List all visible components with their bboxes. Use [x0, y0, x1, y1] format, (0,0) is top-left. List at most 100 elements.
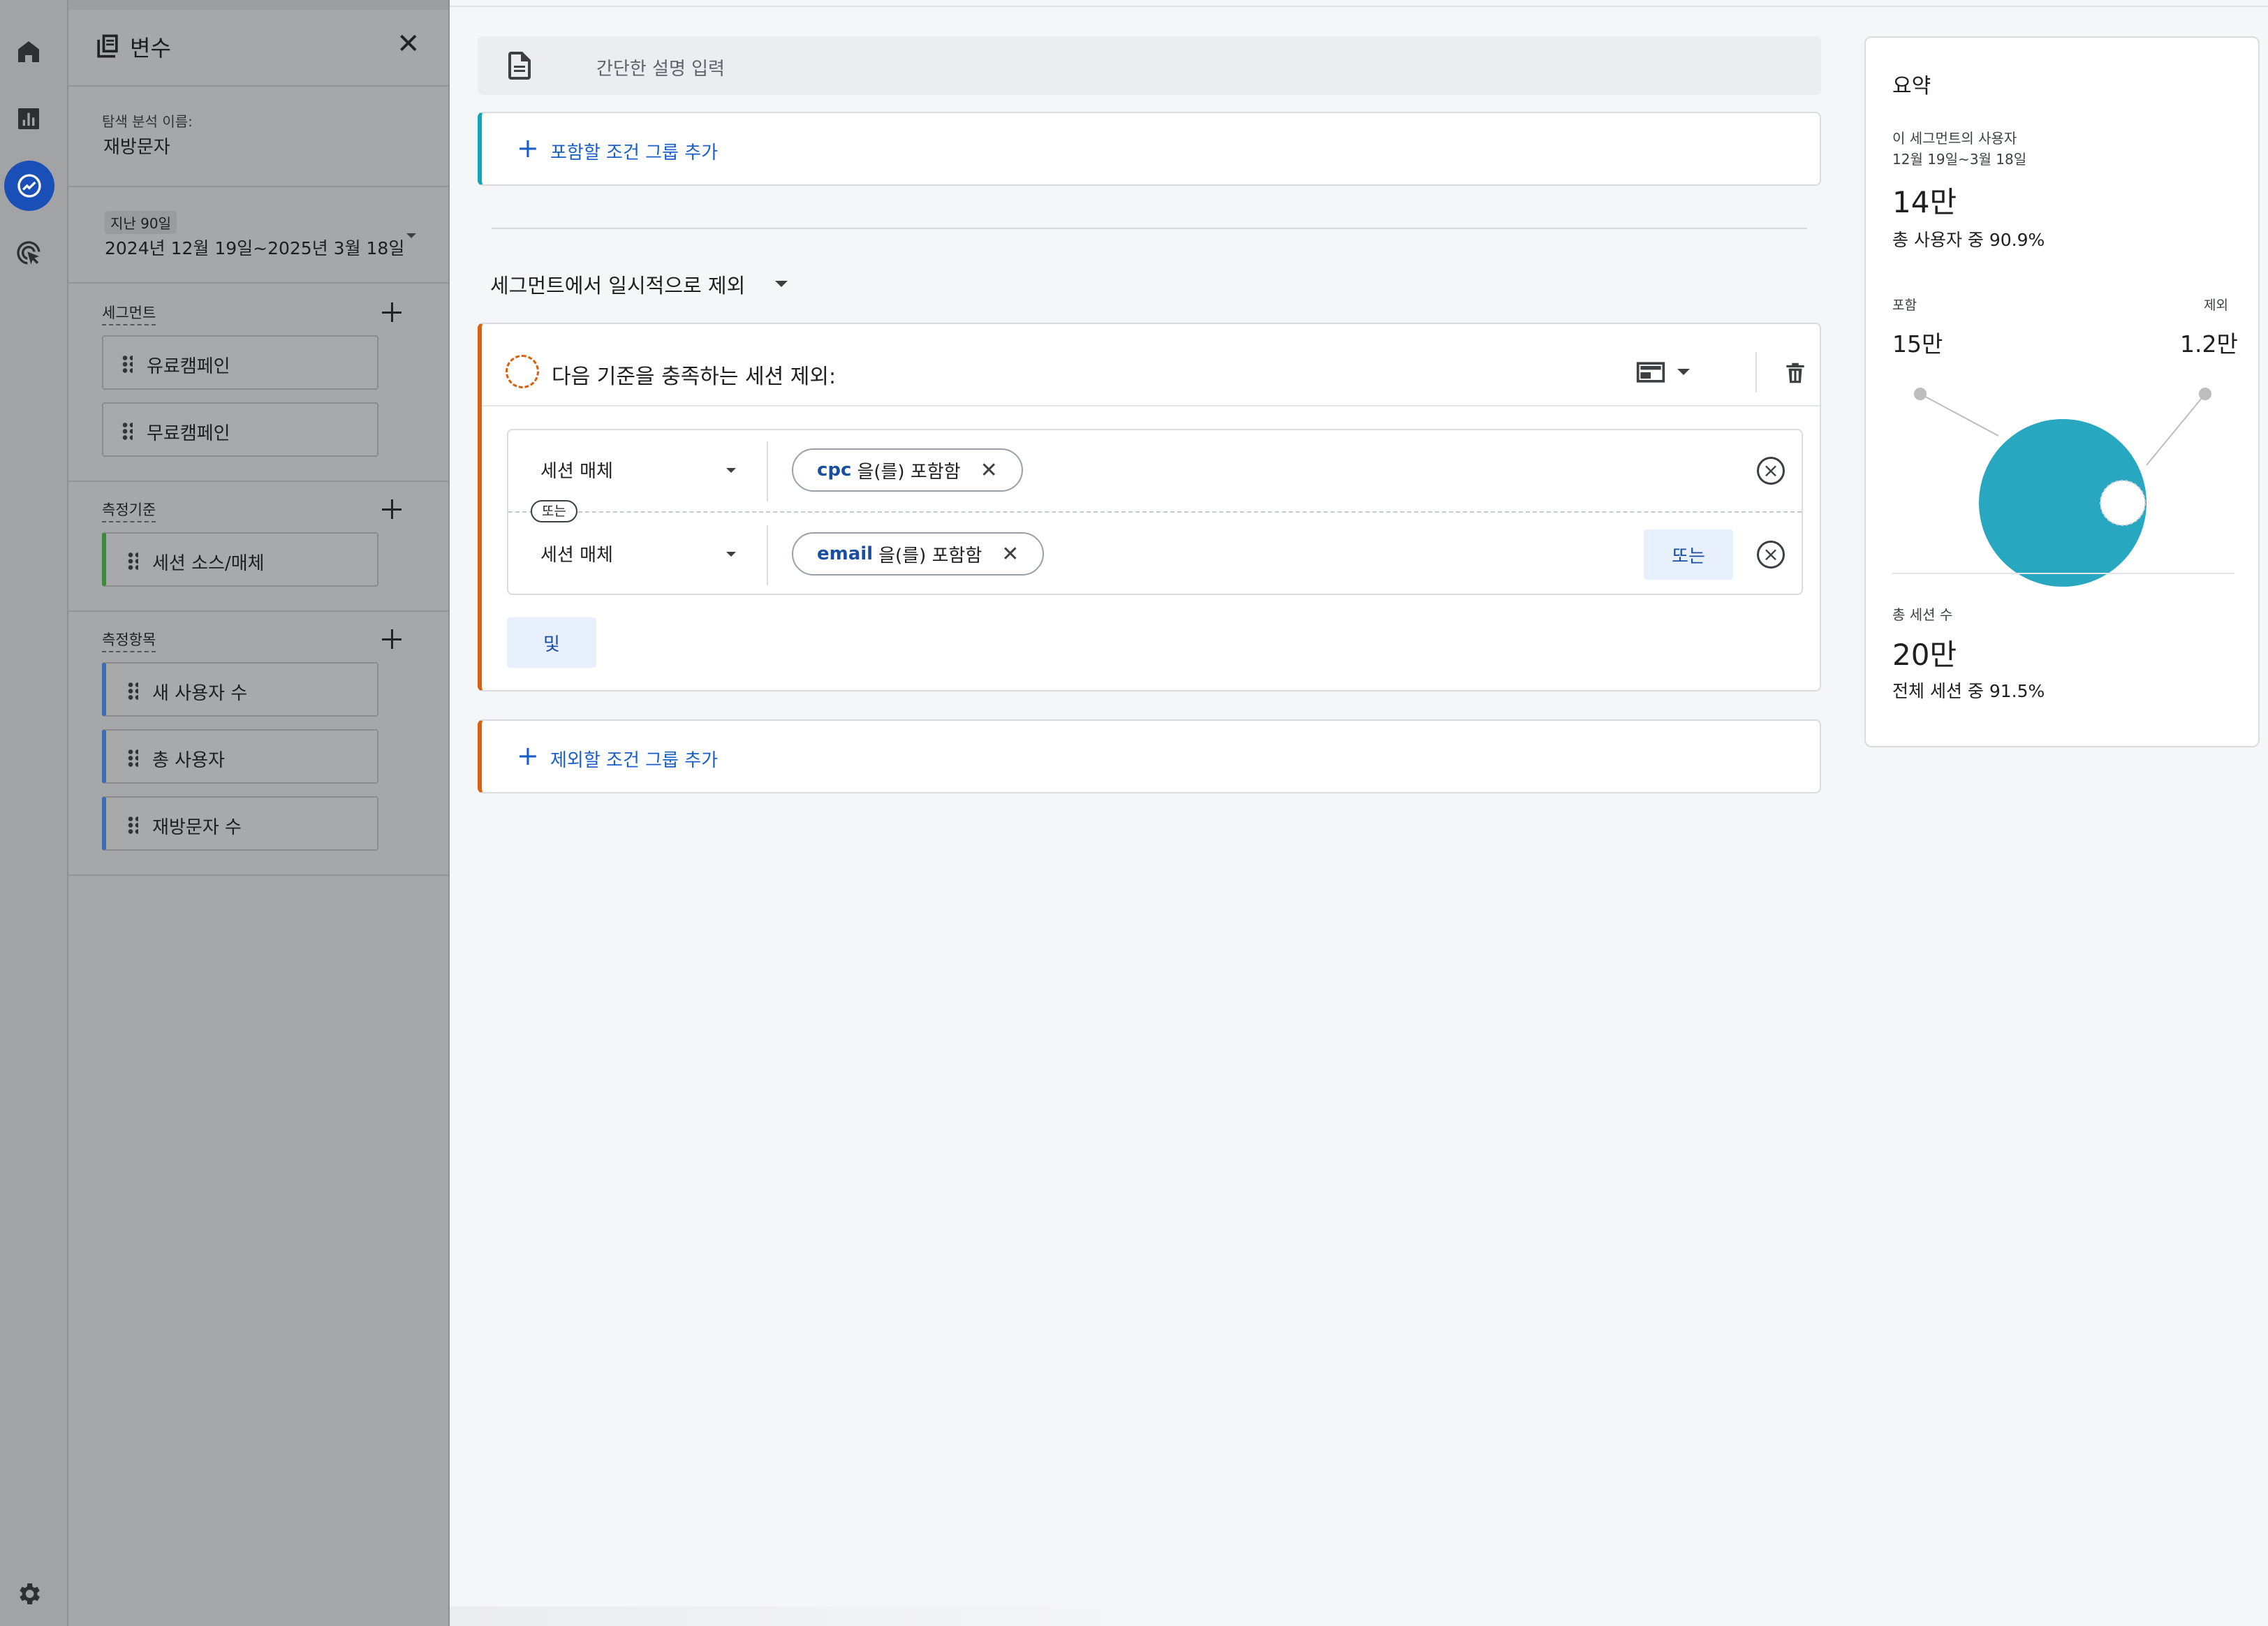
condition-value-chip[interactable]: email 을(를) 포함함 ✕	[792, 532, 1045, 576]
and-button[interactable]: 및	[507, 617, 596, 668]
chevron-down-icon[interactable]	[726, 468, 736, 473]
or-button[interactable]: 또는	[1644, 529, 1733, 580]
scroll-shadow	[450, 1606, 1148, 1626]
include-exclude-chart	[1914, 388, 2211, 587]
panel-top-strip	[68, 0, 448, 10]
add-exclude-group-label: 제외할 조건 그룹 추가	[550, 750, 719, 771]
exclude-mode-dropdown[interactable]: 세그먼트에서 일시적으로 제외	[490, 270, 745, 299]
drag-handle-icon[interactable]	[127, 552, 138, 570]
condition-value-chip[interactable]: cpc 을(를) 포함함 ✕	[792, 448, 1023, 492]
dimensions-label: 측정기준	[102, 499, 156, 522]
plus-icon: +	[517, 133, 539, 163]
users-label: 이 세그먼트의 사용자	[1892, 130, 2017, 147]
users-share: 총 사용자 중 90.9%	[1892, 230, 2045, 250]
add-exclude-group-button[interactable]: + 제외할 조건 그룹 추가	[478, 719, 1821, 793]
conditions-box: 세션 매체 cpc 을(를) 포함함 ✕ × 또는 세션 매체 email 을(…	[507, 429, 1803, 595]
chevron-down-icon[interactable]	[1677, 369, 1690, 375]
sessions-share: 전체 세션 중 91.5%	[1892, 681, 2045, 701]
exclude-status-icon	[506, 355, 539, 388]
divider	[492, 228, 1807, 229]
summary-title: 요약	[1892, 74, 1931, 98]
users-value: 14만	[1892, 185, 1957, 219]
dimension-chip[interactable]: 세션 소스/매체	[102, 532, 378, 587]
chevron-down-icon[interactable]	[775, 281, 788, 287]
drag-handle-icon[interactable]	[127, 816, 138, 834]
panel-title: 변수	[130, 35, 171, 61]
segment-label: 무료캠페인	[147, 423, 230, 444]
add-include-group-label: 포함할 조건 그룹 추가	[550, 142, 719, 163]
date-range-badge: 지난 90일	[105, 211, 177, 234]
divider	[68, 282, 448, 284]
remove-condition-icon[interactable]: ×	[1757, 541, 1785, 569]
sessions-value: 20만	[1892, 638, 1957, 672]
close-icon[interactable]: ✕	[980, 458, 998, 483]
exclude-circle	[2100, 480, 2146, 526]
metric-chip[interactable]: 새 사용자 수	[102, 662, 378, 717]
metrics-label: 측정항목	[102, 629, 156, 652]
summary-card: 요약 이 세그먼트의 사용자 12월 19일~3월 18일 14만 총 사용자 …	[1864, 36, 2260, 747]
nav-rail	[0, 0, 68, 1626]
divider	[68, 186, 448, 187]
metric-chip[interactable]: 재방문자 수	[102, 796, 378, 851]
condition-value: email	[817, 543, 874, 564]
variables-icon	[92, 31, 123, 61]
add-include-group-button[interactable]: + 포함할 조건 그룹 추가	[478, 112, 1821, 186]
divider	[1892, 573, 2234, 574]
sessions-label: 총 세션 수	[1892, 606, 1953, 623]
add-segment-icon[interactable]	[380, 300, 404, 324]
close-icon[interactable]: ✕	[1001, 542, 1019, 566]
drag-handle-icon[interactable]	[122, 422, 133, 440]
condition-operator: 을(를) 포함함	[857, 461, 961, 483]
exclude-leader-line	[2146, 393, 2206, 466]
exclude-condition-group: 다음 기준을 충족하는 세션 제외: 세션 매체 cpc 을(를) 포함함 ✕ …	[478, 323, 1821, 691]
divider	[767, 525, 768, 585]
or-divider	[508, 511, 1802, 513]
segment-chip[interactable]: 무료캠페인	[102, 402, 378, 457]
drag-handle-icon[interactable]	[127, 682, 138, 700]
description-field[interactable]: 간단한 설명 입력	[478, 36, 1821, 95]
metric-chip[interactable]: 총 사용자	[102, 729, 378, 784]
drag-handle-icon[interactable]	[127, 749, 138, 767]
dimension-dropdown[interactable]: 세션 매체	[540, 457, 613, 483]
dimension-label: 세션 소스/매체	[152, 553, 265, 574]
divider	[1755, 352, 1757, 393]
or-badge: 또는	[531, 500, 577, 522]
divider	[68, 85, 448, 87]
condition-operator: 을(를) 포함함	[878, 545, 982, 566]
settings-icon[interactable]	[12, 1577, 45, 1611]
variables-panel: 변수 ✕ 탐색 분석 이름: 재방문자 지난 90일 2024년 12월 19일…	[68, 0, 450, 1626]
chevron-down-icon[interactable]	[406, 233, 416, 238]
remove-condition-icon[interactable]: ×	[1757, 457, 1785, 485]
document-icon	[503, 49, 536, 82]
trash-icon[interactable]	[1782, 359, 1807, 387]
include-label: 포함	[1892, 298, 1917, 313]
exclude-group-title: 다음 기준을 충족하는 세션 제외:	[552, 365, 837, 389]
add-dimension-icon[interactable]	[380, 497, 404, 521]
exploration-name[interactable]: 재방문자	[103, 133, 170, 159]
divider	[482, 405, 1820, 406]
include-leader-line	[1920, 393, 1999, 437]
divider	[68, 874, 448, 876]
advertising-icon[interactable]	[12, 236, 45, 270]
date-range[interactable]: 2024년 12월 19일~2025년 3월 18일	[105, 235, 404, 260]
close-icon[interactable]: ✕	[397, 28, 420, 60]
reports-icon[interactable]	[12, 102, 45, 136]
segments-label: 세그먼트	[102, 302, 156, 325]
add-metric-icon[interactable]	[380, 627, 404, 651]
chevron-down-icon[interactable]	[726, 552, 736, 557]
explore-icon[interactable]	[4, 161, 54, 211]
dimension-dropdown[interactable]: 세션 매체	[540, 541, 613, 566]
divider	[767, 441, 768, 501]
segment-label: 유료캠페인	[147, 356, 230, 377]
exploration-name-label: 탐색 분석 이름:	[102, 113, 193, 130]
users-date: 12월 19일~3월 18일	[1892, 151, 2027, 168]
segment-chip[interactable]: 유료캠페인	[102, 335, 378, 390]
description-placeholder: 간단한 설명 입력	[596, 59, 725, 80]
metric-label: 재방문자 수	[152, 817, 242, 838]
drag-handle-icon[interactable]	[122, 355, 133, 373]
exclude-label: 제외	[2204, 298, 2228, 313]
metric-label: 새 사용자 수	[152, 683, 248, 704]
home-icon[interactable]	[12, 35, 45, 68]
scope-icon[interactable]	[1635, 360, 1666, 384]
divider	[450, 6, 2268, 7]
